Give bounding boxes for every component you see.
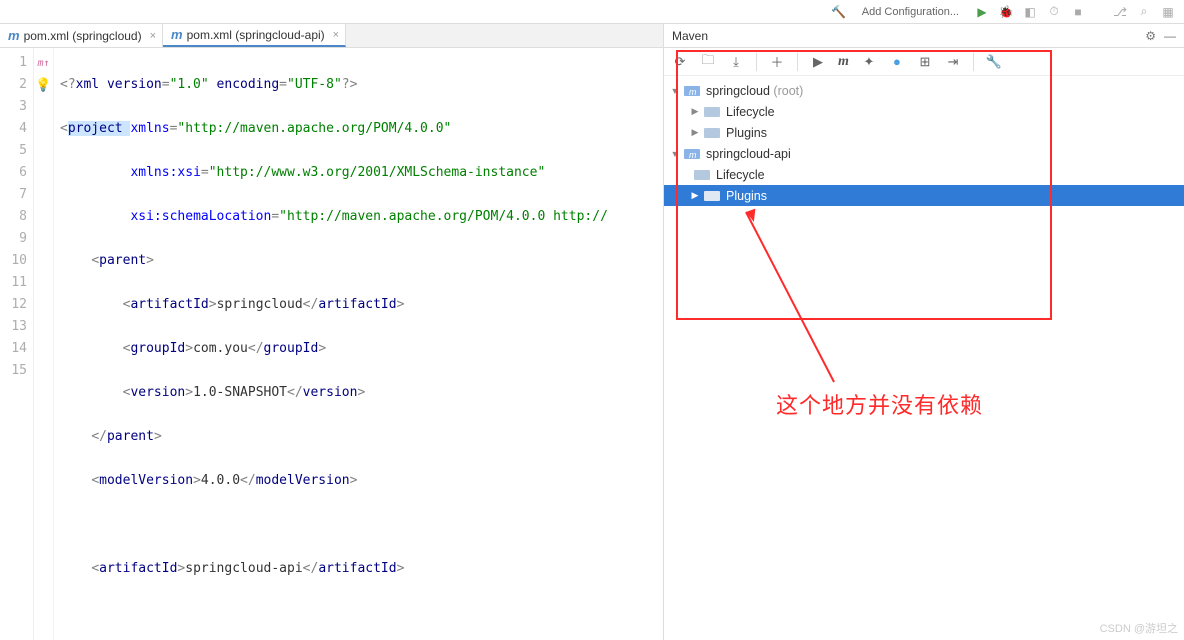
stop-icon[interactable]: ■ (1070, 4, 1086, 20)
maven-title: Maven (672, 29, 708, 43)
generate-sources-icon[interactable]: 🗀 (700, 54, 716, 70)
close-tab-icon[interactable]: × (329, 29, 339, 41)
watermark: CSDN @游坦之 (1100, 620, 1178, 636)
toggle-offline-icon[interactable]: ✦ (861, 54, 877, 70)
folder-icon (704, 105, 720, 119)
tree-node-lifecycle[interactable]: Lifecycle (664, 164, 1184, 185)
maven-file-icon: m (8, 28, 20, 43)
tree-node-plugins[interactable]: Plugins (664, 122, 1184, 143)
tree-label: springcloud (root) (706, 84, 803, 98)
tab-pom-springcloud-api[interactable]: m pom.xml (springcloud-api) × (163, 24, 346, 47)
run-icon[interactable]: ▶ (810, 54, 826, 70)
editor-pane: m pom.xml (springcloud) × m pom.xml (spr… (0, 24, 664, 640)
tree-label: Lifecycle (716, 168, 765, 182)
debug-icon[interactable]: 🐞 (998, 4, 1014, 20)
svg-text:m: m (689, 87, 697, 97)
tree-label: springcloud-api (706, 147, 791, 161)
maven-module-icon: m (684, 84, 700, 98)
toggle-skip-tests-icon[interactable]: ● (889, 54, 905, 70)
folder-icon (704, 189, 720, 203)
code-editor[interactable]: 123456789101112131415 m↑ 💡 <?xml version… (0, 48, 663, 640)
gutter-marks: m↑ 💡 (34, 48, 54, 640)
tree-label: Plugins (726, 189, 767, 203)
maven-module-icon: m (684, 147, 700, 161)
profile-icon[interactable]: ⏱ (1046, 4, 1062, 20)
tree-node-springcloud-api[interactable]: m springcloud-api (664, 143, 1184, 164)
maven-file-icon: m (171, 27, 183, 42)
settings-icon[interactable]: ⚙ (1145, 29, 1156, 43)
top-toolbar: 🔨 Add Configuration... ▶ 🐞 ◧ ⏱ ■ ⎇ ⌕ ▦ (0, 0, 1184, 24)
tree-label: Plugins (726, 126, 767, 140)
run-icon[interactable]: ▶ (974, 4, 990, 20)
add-icon[interactable]: ＋ (769, 54, 785, 70)
download-icon[interactable]: ⤓ (728, 54, 744, 70)
hide-icon[interactable]: — (1164, 29, 1176, 43)
collapse-icon[interactable]: ⇥ (945, 54, 961, 70)
dashboard-icon[interactable]: ▦ (1160, 4, 1176, 20)
tree-node-plugins-selected[interactable]: Plugins (664, 185, 1184, 206)
chevron-right-icon[interactable] (690, 190, 700, 201)
reimport-icon[interactable]: ⟳ (672, 54, 688, 70)
chevron-right-icon[interactable] (690, 127, 700, 138)
editor-tabs: m pom.xml (springcloud) × m pom.xml (spr… (0, 24, 663, 48)
show-deps-icon[interactable]: ⊞ (917, 54, 933, 70)
maven-tree[interactable]: m springcloud (root) Lifecycle Plugins m… (664, 76, 1184, 210)
maven-header: Maven ⚙ — (664, 24, 1184, 48)
tree-node-springcloud[interactable]: m springcloud (root) (664, 80, 1184, 101)
svg-text:m: m (689, 150, 697, 160)
search-icon[interactable]: ⌕ (1136, 4, 1152, 20)
git-icon[interactable]: ⎇ (1112, 4, 1128, 20)
close-tab-icon[interactable]: × (146, 30, 156, 42)
tree-label: Lifecycle (726, 105, 775, 119)
tab-label: pom.xml (springcloud) (24, 29, 142, 43)
wrench-icon[interactable]: 🔧 (986, 54, 1002, 70)
coverage-icon[interactable]: ◧ (1022, 4, 1038, 20)
tab-label: pom.xml (springcloud-api) (187, 28, 325, 42)
chevron-down-icon[interactable] (670, 149, 680, 159)
annunder-text: 这个地方并没有依赖 (776, 388, 983, 420)
maven-toolbar: ⟳ 🗀 ⤓ ＋ ▶ m ✦ ● ⊞ ⇥ 🔧 (664, 48, 1184, 76)
execute-goal-icon[interactable]: m (838, 54, 849, 70)
code-area[interactable]: <?xml version="1.0" encoding="UTF-8"?> <… (54, 48, 663, 640)
hammer-icon[interactable]: 🔨 (831, 4, 847, 20)
tab-pom-springcloud[interactable]: m pom.xml (springcloud) × (0, 24, 163, 47)
line-gutter: 123456789101112131415 (0, 48, 34, 640)
add-configuration-button[interactable]: Add Configuration... (855, 4, 966, 20)
chevron-down-icon[interactable] (670, 86, 680, 96)
maven-mark-icon: m↑ (37, 58, 49, 69)
folder-icon (694, 168, 710, 182)
maven-tool-window: Maven ⚙ — ⟳ 🗀 ⤓ ＋ ▶ m ✦ ● ⊞ ⇥ 🔧 m (664, 24, 1184, 640)
tree-node-lifecycle[interactable]: Lifecycle (664, 101, 1184, 122)
lightbulb-icon[interactable]: 💡 (35, 78, 51, 93)
folder-icon (704, 126, 720, 140)
chevron-right-icon[interactable] (690, 106, 700, 117)
